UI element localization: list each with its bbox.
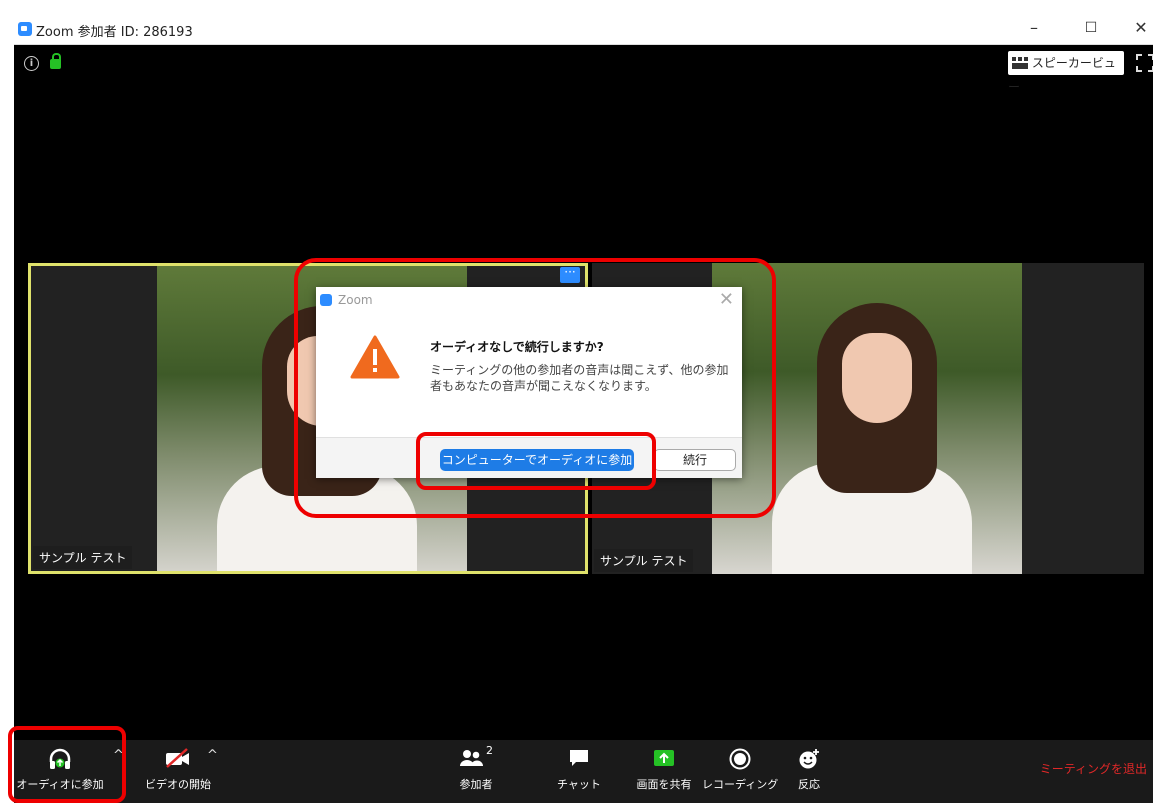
chat-icon	[570, 750, 588, 766]
start-video-label: ビデオの開始	[145, 778, 211, 791]
close-button[interactable]: ✕	[1126, 18, 1153, 37]
start-video-button[interactable]: ビデオの開始	[138, 740, 218, 803]
record-label: レコーディング	[702, 778, 779, 791]
title-bar: Zoom 参加者 ID: 286193 – ☐ ✕	[14, 14, 1153, 45]
record-button[interactable]: レコーディング	[702, 740, 778, 803]
window-title: Zoom 参加者 ID: 286193	[36, 25, 193, 40]
participants-icon	[460, 750, 483, 766]
minimize-button[interactable]: –	[1019, 18, 1049, 37]
join-button-highlight-annotation	[416, 432, 656, 490]
speaker-view-button[interactable]: スピーカービュー	[1008, 51, 1124, 94]
participants-label: 参加者	[459, 778, 493, 791]
reactions-button[interactable]: 反応	[784, 740, 834, 803]
reaction-smiley-icon	[799, 749, 819, 769]
info-icon[interactable]: i	[24, 56, 39, 71]
chat-button[interactable]: チャット	[549, 740, 609, 803]
meeting-toolbar: オーディオに参加 ^ ビデオの開始 ^ 2 参加者 チャット 画面を共有 レコー…	[14, 740, 1153, 803]
fullscreen-icon[interactable]	[1136, 54, 1153, 72]
share-screen-icon	[654, 750, 674, 766]
chat-label: チャット	[557, 778, 601, 791]
participant-name: サンプル テスト	[594, 549, 694, 572]
speaker-view-icon	[1012, 57, 1028, 69]
participants-button[interactable]: 2 参加者	[446, 740, 506, 803]
record-icon	[729, 748, 751, 770]
share-screen-label: 画面を共有	[636, 778, 692, 791]
participant-count: 2	[486, 744, 493, 757]
lock-icon[interactable]	[50, 53, 61, 69]
audio-button-highlight-annotation	[8, 726, 126, 803]
maximize-button[interactable]: ☐	[1076, 20, 1106, 36]
zoom-app-icon	[18, 22, 32, 36]
reactions-label: 反応	[798, 778, 820, 791]
video-off-icon	[166, 748, 189, 768]
leave-meeting-button[interactable]: ミーティングを退出	[1040, 760, 1147, 777]
participant-name: サンプル テスト	[33, 546, 133, 569]
share-screen-button[interactable]: 画面を共有	[626, 740, 702, 803]
video-options-chevron-icon[interactable]: ^	[207, 748, 218, 763]
